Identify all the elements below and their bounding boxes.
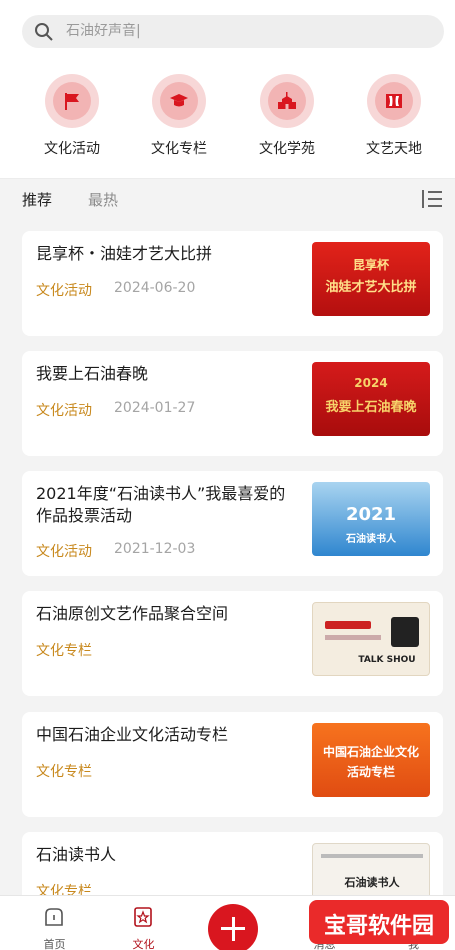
nav-label: 首页 (43, 938, 66, 950)
category-culture-academy[interactable]: 文化学苑 (233, 72, 341, 162)
article-title: 中国石油企业文化活动专栏 (36, 725, 229, 744)
watermark-logo: 宝哥软件园 (309, 900, 449, 944)
thumb-caption: 我要上石油春晚 (325, 400, 417, 415)
thumb-caption: 中国石油企业文化 (322, 745, 419, 759)
tab-recommended[interactable]: 推荐 (22, 189, 52, 210)
theater-stage-icon (386, 94, 402, 108)
top-header: 石油好声音| 文化活动 文化专栏 文化学苑 文艺天地 (0, 0, 455, 178)
article-card[interactable]: 2021年度“石油读书人”我最喜爱的作品投票活动 文化活动 2021-12-03… (22, 471, 443, 576)
article-tag: 文化活动 (36, 544, 92, 560)
category-arts-world[interactable]: 文艺天地 (340, 72, 448, 162)
category-label: 文化活动 (44, 141, 100, 157)
thumb-caption: 石油读书人 (346, 534, 396, 545)
watermark-text: 宝哥软件园 (323, 914, 434, 939)
nav-culture[interactable]: 文化 (98, 896, 189, 950)
article-tag: 文化专栏 (36, 643, 92, 659)
category-label: 文化学苑 (259, 141, 315, 157)
thumb-caption: 昆享杯 (352, 258, 389, 272)
category-label: 文艺天地 (366, 141, 422, 157)
thumb-caption: 活动专栏 (346, 765, 395, 779)
article-tag: 文化活动 (36, 283, 92, 299)
article-date: 2024-06-20 (114, 280, 196, 296)
nav-home[interactable]: 首页 (9, 896, 100, 950)
article-thumbnail: 2021 石油读书人 (312, 482, 430, 556)
search-bar[interactable]: 石油好声音| (22, 15, 444, 48)
plus-icon-vertical (231, 917, 235, 941)
article-thumbnail: TALK SHOU (312, 602, 430, 676)
article-tag: 文化专栏 (36, 764, 92, 780)
nav-label: 文化 (132, 938, 155, 950)
thumb-caption: 石油读书人 (344, 876, 400, 889)
search-icon (35, 23, 53, 41)
article-date: 2024-01-27 (114, 400, 196, 416)
article-thumbnail: 2024 我要上石油春晚 (312, 362, 430, 436)
flag-icon (65, 93, 79, 110)
article-title: 石油原创文艺作品聚合空间 (36, 604, 229, 623)
article-date: 2021-12-03 (114, 541, 196, 557)
graduation-cap-icon (170, 94, 188, 107)
article-title: 我要上石油春晚 (36, 364, 149, 383)
thumb-caption: TALK SHOU (358, 655, 416, 665)
article-thumbnail: 中国石油企业文化 活动专栏 (312, 723, 430, 797)
category-label: 文化专栏 (151, 141, 207, 157)
article-card[interactable]: 昆享杯・油娃才艺大比拼 文化活动 2024-06-20 昆享杯 油娃才艺大比拼 (22, 231, 443, 336)
category-culture-column[interactable]: 文化专栏 (125, 72, 233, 162)
list-menu-icon[interactable] (420, 187, 444, 211)
search-placeholder: 石油好声音| (66, 23, 141, 39)
article-title: 昆享杯・油娃才艺大比拼 (36, 244, 213, 263)
thumb-caption: 2024 (354, 376, 388, 390)
school-building-icon (278, 92, 296, 109)
article-card[interactable]: 石油原创文艺作品聚合空间 文化专栏 TALK SHOU (22, 591, 443, 696)
create-post-button[interactable] (208, 904, 258, 950)
article-card[interactable]: 我要上石油春晚 文化活动 2024-01-27 2024 我要上石油春晚 (22, 351, 443, 456)
category-culture-activity[interactable]: 文化活动 (18, 72, 126, 162)
thumb-caption: 2021 (345, 504, 397, 525)
feed-tabs: 推荐 最热 (0, 178, 455, 220)
thumb-caption: 油娃才艺大比拼 (325, 280, 417, 295)
category-row: 文化活动 文化专栏 文化学苑 文艺天地 (0, 72, 455, 162)
article-title: 石油读书人 (36, 845, 117, 864)
article-tag: 文化活动 (36, 403, 92, 419)
culture-icon (134, 907, 152, 927)
article-title: 2021年度“石油读书人”我最喜爱的作品投票活动 (36, 484, 286, 525)
article-card[interactable]: 中国石油企业文化活动专栏 文化专栏 中国石油企业文化 活动专栏 (22, 712, 443, 817)
home-icon (45, 908, 63, 926)
article-thumbnail: 昆享杯 油娃才艺大比拼 (312, 242, 430, 316)
tab-hottest[interactable]: 最热 (88, 189, 118, 210)
